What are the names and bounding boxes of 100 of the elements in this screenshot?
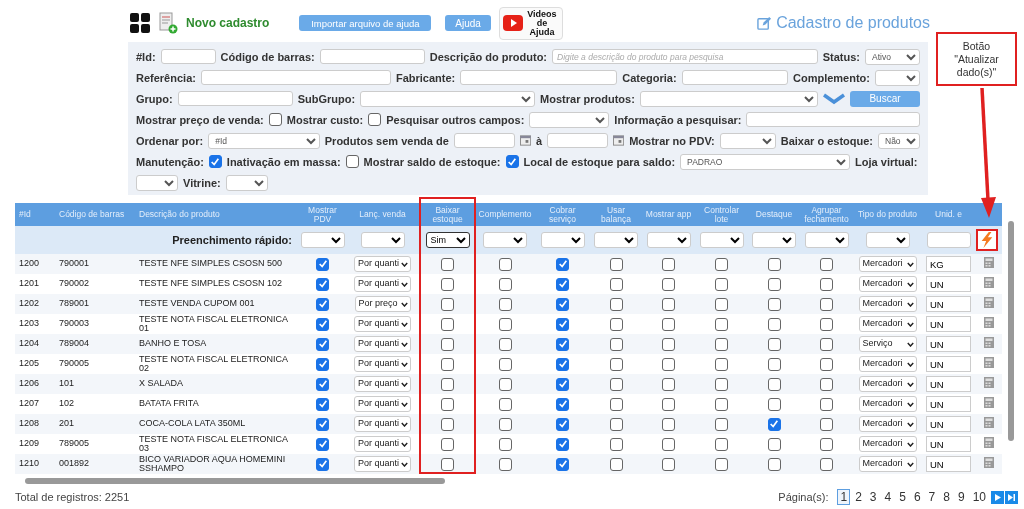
checkbox[interactable]	[820, 277, 833, 291]
page-link[interactable]: 5	[896, 489, 909, 505]
checkbox[interactable]	[441, 457, 454, 471]
dropdown[interactable]	[752, 232, 796, 248]
input-field[interactable]: UN	[926, 316, 971, 332]
checkbox[interactable]	[316, 297, 329, 311]
dropdown[interactable]: Mercadori	[858, 296, 917, 312]
checkbox[interactable]	[715, 257, 728, 271]
checkbox[interactable]	[368, 113, 382, 126]
checkbox[interactable]	[609, 317, 623, 331]
dropdown[interactable]: Ativo	[865, 48, 920, 65]
checkbox[interactable]	[662, 437, 675, 451]
checkbox[interactable]	[556, 357, 569, 371]
calculator-icon[interactable]	[983, 257, 994, 269]
input-field[interactable]	[547, 133, 609, 148]
checkbox[interactable]	[820, 457, 833, 471]
checkbox[interactable]	[662, 377, 675, 391]
checkbox[interactable]	[441, 437, 454, 451]
checkbox[interactable]	[498, 357, 512, 371]
calculator-icon[interactable]	[983, 457, 994, 469]
checkbox[interactable]	[662, 277, 675, 291]
page-link[interactable]: 4	[881, 489, 895, 505]
checkbox[interactable]	[715, 437, 728, 451]
checkbox[interactable]	[767, 377, 781, 391]
checkbox[interactable]	[441, 397, 454, 411]
new-record-link[interactable]: Novo cadastro	[186, 16, 270, 30]
dropdown[interactable]: PADRAO	[680, 153, 851, 170]
checkbox[interactable]	[820, 297, 833, 311]
input-field[interactable]: UN	[926, 396, 971, 412]
checkbox[interactable]	[767, 437, 781, 451]
dropdown[interactable]: Por quanti	[354, 416, 411, 432]
dropdown[interactable]	[301, 232, 345, 248]
calculator-icon[interactable]	[983, 337, 994, 349]
dropdown[interactable]: Mercadori	[858, 396, 917, 412]
checkbox[interactable]	[556, 277, 569, 291]
checkbox[interactable]	[820, 257, 833, 271]
checkbox[interactable]	[662, 397, 675, 411]
checkbox[interactable]	[498, 257, 512, 271]
checkbox[interactable]	[441, 417, 454, 431]
checkbox[interactable]	[498, 297, 512, 311]
page-link[interactable]: 6	[910, 489, 924, 505]
input-field[interactable]: UN	[926, 436, 971, 452]
checkbox[interactable]	[556, 397, 569, 411]
dropdown[interactable]: Mercadori	[858, 456, 917, 472]
checkbox[interactable]	[715, 337, 728, 351]
checkbox[interactable]	[609, 377, 623, 391]
checkbox[interactable]	[715, 377, 728, 391]
page-link[interactable]: 9	[954, 489, 968, 505]
checkbox[interactable]	[715, 397, 728, 411]
checkbox[interactable]	[715, 277, 728, 291]
checkbox[interactable]	[609, 277, 623, 291]
checkbox[interactable]	[820, 397, 833, 411]
checkbox[interactable]	[767, 397, 781, 411]
checkbox[interactable]	[820, 337, 833, 351]
checkbox[interactable]	[662, 317, 675, 331]
dropdown[interactable]: Não	[878, 132, 920, 149]
input-field[interactable]: UN	[926, 416, 971, 432]
next-page-button[interactable]	[991, 490, 1004, 504]
checkbox[interactable]	[316, 357, 329, 371]
dropdown[interactable]: Mercadori	[858, 356, 917, 372]
checkbox[interactable]	[662, 457, 675, 471]
input-field[interactable]: UN	[926, 376, 971, 392]
dropdown[interactable]	[540, 232, 585, 248]
checkbox[interactable]	[316, 397, 329, 411]
checkbox[interactable]	[208, 155, 222, 168]
input-field[interactable]: Digite a descrição do produto para pesquisa	[552, 49, 818, 64]
dropdown[interactable]	[594, 232, 638, 248]
checkbox[interactable]	[767, 277, 781, 291]
calculator-icon[interactable]	[983, 317, 994, 329]
calculator-icon[interactable]	[983, 377, 994, 389]
input-field[interactable]: UN	[926, 296, 971, 312]
input-field[interactable]	[177, 91, 293, 106]
checkbox[interactable]	[609, 297, 623, 311]
checkbox[interactable]	[316, 257, 329, 271]
dropdown[interactable]: Por quanti	[354, 276, 411, 292]
checkbox[interactable]	[767, 297, 781, 311]
checkbox[interactable]	[505, 155, 519, 168]
checkbox[interactable]	[662, 257, 675, 271]
checkbox[interactable]	[767, 257, 781, 271]
page-link[interactable]: 10	[969, 489, 989, 505]
checkbox[interactable]	[498, 337, 512, 351]
dropdown[interactable]: Por quanti	[354, 356, 411, 372]
checkbox[interactable]	[820, 357, 833, 371]
checkbox[interactable]	[441, 277, 454, 291]
checkbox[interactable]	[441, 297, 454, 311]
dropdown[interactable]	[865, 232, 910, 248]
checkbox[interactable]	[820, 377, 833, 391]
dropdown[interactable]: Por preço	[354, 296, 411, 312]
dropdown[interactable]	[699, 232, 744, 248]
checkbox[interactable]	[662, 417, 675, 431]
calculator-icon[interactable]	[983, 397, 994, 409]
dropdown[interactable]	[646, 232, 691, 248]
input-field[interactable]: KG	[926, 256, 971, 272]
checkbox[interactable]	[609, 397, 623, 411]
update-button[interactable]	[976, 229, 998, 251]
input-field[interactable]	[746, 112, 920, 127]
checkbox[interactable]	[441, 357, 454, 371]
input-field[interactable]	[319, 49, 425, 64]
checkbox[interactable]	[715, 317, 728, 331]
page-link[interactable]: 7	[925, 489, 939, 505]
